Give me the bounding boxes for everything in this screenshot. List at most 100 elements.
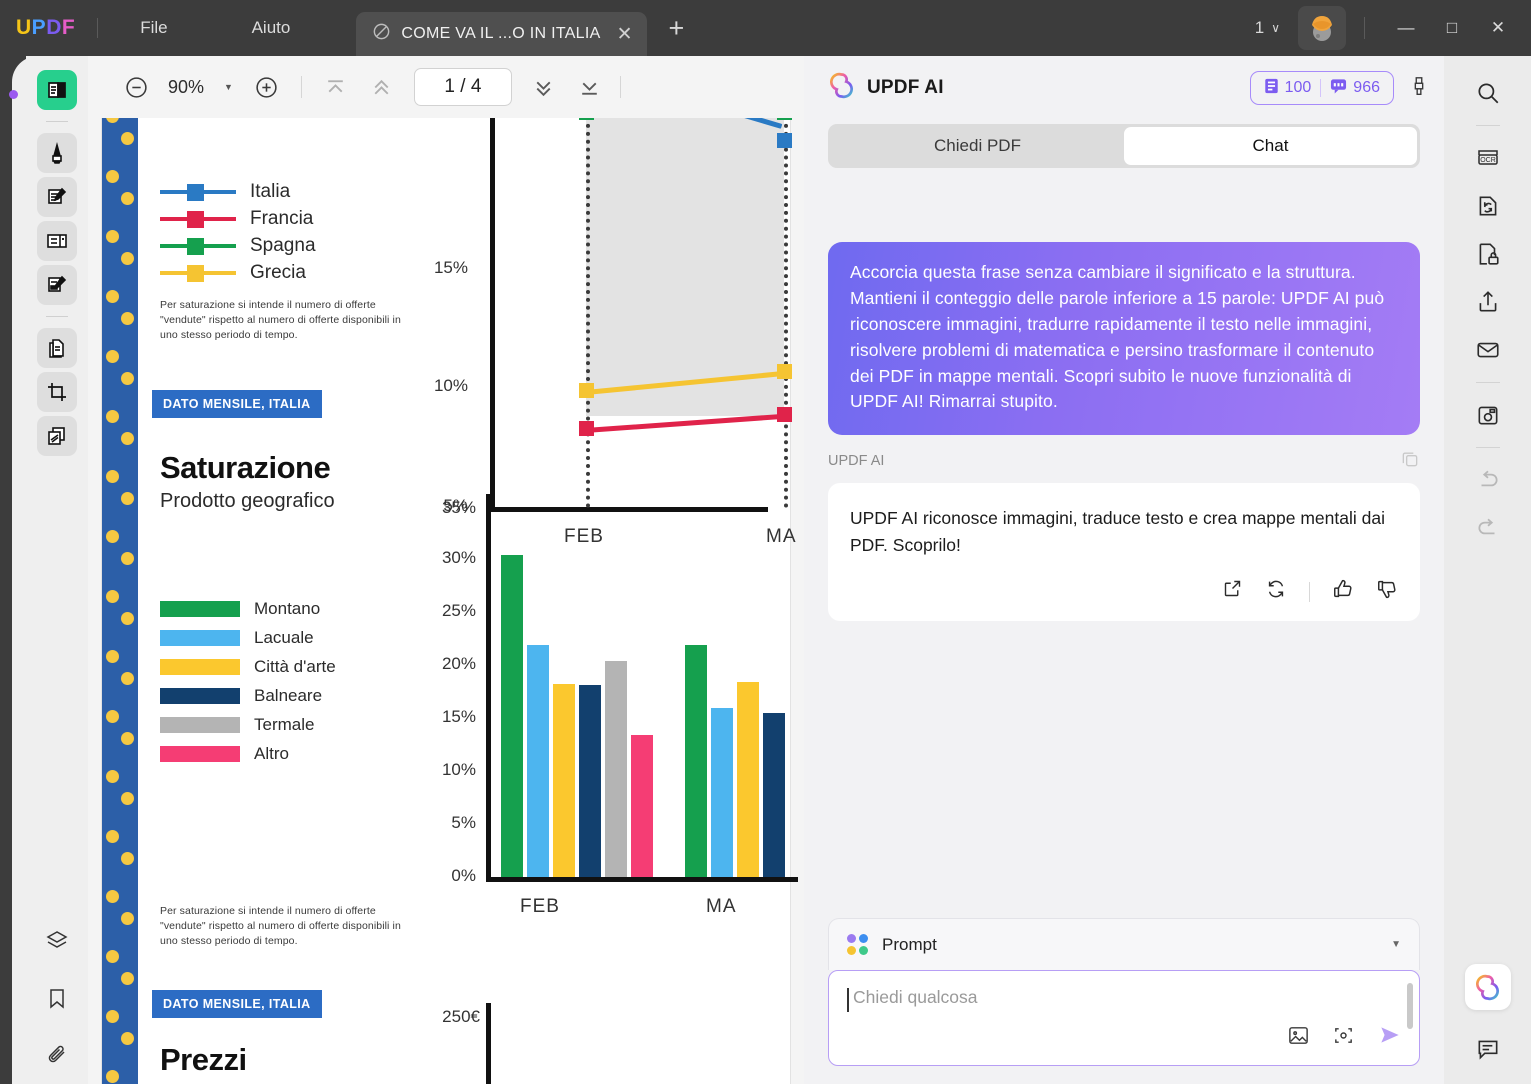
redo-icon[interactable] xyxy=(1465,505,1511,551)
assistant-message-text: UPDF AI riconosce immagini, traduce test… xyxy=(850,508,1385,555)
line-chart-legend: Italia Francia Spagna Grecia xyxy=(160,178,316,286)
titlebar-divider-2 xyxy=(1364,17,1365,39)
chat-message-list[interactable]: Accorcia questa frase senza cambiare il … xyxy=(804,176,1444,946)
thumbs-down-icon[interactable] xyxy=(1376,578,1398,607)
legend-swatch-grecia xyxy=(160,264,236,282)
chat-credit: 966 xyxy=(1321,78,1389,99)
screenshot-icon[interactable] xyxy=(1332,1024,1355,1052)
assistant-author-row: UPDF AI xyxy=(828,449,1420,473)
page-indicator[interactable]: 1 / 4 xyxy=(413,68,512,106)
pdf-viewer: 90% ▼ 1 / 4 15% 10% 5% FEB MA Italia Fra… xyxy=(88,56,804,1084)
prev-page-icon[interactable] xyxy=(360,67,404,107)
minimize-button[interactable]: — xyxy=(1383,8,1429,48)
layers-icon[interactable] xyxy=(37,920,77,960)
highlighter-icon[interactable] xyxy=(37,133,77,173)
send-icon[interactable] xyxy=(1377,1022,1403,1053)
line-marker-spagna-feb xyxy=(579,118,594,120)
ai-credits[interactable]: 100 966 xyxy=(1249,71,1394,105)
ocr-icon[interactable]: OCR xyxy=(1465,135,1511,181)
document-tab-title: COME VA IL ...O IN ITALIA xyxy=(401,25,601,42)
line-marker-francia-feb xyxy=(579,421,594,436)
legend-item-citta-darte: Città d'arte xyxy=(160,652,336,681)
legend-swatch-spagna xyxy=(160,237,236,255)
bar-chart-xtick: MA xyxy=(706,896,737,917)
sign-icon[interactable] xyxy=(37,265,77,305)
legend-swatch-citta-darte xyxy=(160,658,240,675)
bar-chart-ytick: 0% xyxy=(451,866,476,885)
prompt-scrollbar[interactable] xyxy=(1407,983,1413,1029)
bar-chart-prezzi: 250€ 200€ xyxy=(438,995,798,1084)
bar-chart-plot xyxy=(491,490,798,877)
left-toolbar-bottom xyxy=(37,920,77,1084)
window-close-button[interactable]: ✕ xyxy=(1475,8,1521,48)
tab-chat[interactable]: Chat xyxy=(1124,127,1417,165)
prezzi-chart-plot xyxy=(491,995,798,1084)
titlebar-divider xyxy=(97,18,99,38)
insert-image-icon[interactable] xyxy=(1287,1024,1310,1052)
save-icon[interactable] xyxy=(1465,392,1511,438)
legend-label: Italia xyxy=(250,180,291,202)
last-page-icon[interactable] xyxy=(568,67,612,107)
section-title-prezzi: Prezzi xyxy=(160,1042,247,1077)
thumbs-up-icon[interactable] xyxy=(1332,578,1354,607)
document-slash-icon xyxy=(372,22,391,46)
organize-pages-icon[interactable] xyxy=(37,328,77,368)
search-icon[interactable] xyxy=(1465,70,1511,116)
protect-icon[interactable] xyxy=(1465,231,1511,277)
zoom-out-icon[interactable] xyxy=(114,67,158,107)
line-marker-italia-mar xyxy=(777,133,792,148)
updf-ai-flower-icon xyxy=(828,72,855,104)
prompt-input-actions xyxy=(1287,1022,1403,1053)
menu-aiuto[interactable]: Aiuto xyxy=(232,12,311,44)
next-page-icon[interactable] xyxy=(522,67,566,107)
redact-icon[interactable] xyxy=(37,416,77,456)
legend-swatch-montano xyxy=(160,600,240,617)
tab-chiedi-pdf[interactable]: Chiedi PDF xyxy=(831,127,1124,165)
close-icon[interactable]: ✕ xyxy=(617,25,633,44)
open-external-icon[interactable] xyxy=(1222,578,1243,606)
edit-pdf-icon[interactable] xyxy=(37,177,77,217)
cat-avatar-icon xyxy=(1312,16,1332,41)
bar-chart-ytick: 30% xyxy=(441,548,476,567)
legend-swatch-termale xyxy=(160,716,240,733)
avatar[interactable] xyxy=(1298,6,1346,50)
right-rail-divider-2 xyxy=(1475,382,1500,383)
first-page-icon[interactable] xyxy=(314,67,358,107)
regenerate-icon[interactable] xyxy=(1265,578,1287,607)
maximize-button[interactable]: □ xyxy=(1429,8,1475,48)
prompt-mode-selector[interactable]: Prompt ▼ xyxy=(828,918,1420,970)
zoom-in-icon[interactable] xyxy=(245,67,289,107)
copy-icon[interactable] xyxy=(1400,449,1420,473)
undo-icon[interactable] xyxy=(1465,457,1511,503)
document-tab[interactable]: COME VA IL ...O IN ITALIA ✕ xyxy=(356,12,647,56)
main-body: 90% ▼ 1 / 4 15% 10% 5% FEB MA Italia Fra… xyxy=(0,56,1531,1084)
bar-chart-x-axis xyxy=(486,877,798,882)
updf-ai-launch-icon[interactable] xyxy=(1464,964,1511,1010)
legend-item-altro: Altro xyxy=(160,739,336,768)
prompt-input[interactable]: Chiedi qualcosa xyxy=(828,970,1420,1066)
bar-chart-ytick: 5% xyxy=(451,813,476,832)
ai-composer: Prompt ▼ Chiedi qualcosa xyxy=(828,918,1420,1066)
line-chart-gridline xyxy=(784,118,788,508)
form-fields-icon[interactable] xyxy=(37,221,77,261)
page-side-strip xyxy=(102,118,138,1084)
pdf-scroll-region[interactable]: 15% 10% 5% FEB MA Italia Francia Spagna … xyxy=(88,118,804,1084)
new-tab-button[interactable]: + xyxy=(669,13,685,44)
convert-icon[interactable] xyxy=(1465,183,1511,229)
bar-balneare-feb xyxy=(579,685,601,877)
clear-brush-icon[interactable] xyxy=(1408,75,1430,102)
menu-file[interactable]: File xyxy=(120,12,187,44)
bar-chart-ytick: 15% xyxy=(441,707,476,726)
zoom-dropdown-caret[interactable]: ▼ xyxy=(214,82,243,92)
legend-label: Francia xyxy=(250,207,314,229)
left-toolbar xyxy=(26,56,88,1084)
share-icon[interactable] xyxy=(1465,279,1511,325)
comment-icon[interactable] xyxy=(1465,1026,1511,1072)
line-marker-grecia-mar xyxy=(777,364,792,379)
crop-icon[interactable] xyxy=(37,372,77,412)
email-icon[interactable] xyxy=(1465,327,1511,373)
window-count[interactable]: 1 ∨ xyxy=(1255,18,1280,38)
attachment-icon[interactable] xyxy=(37,1036,77,1076)
bookmark-icon[interactable] xyxy=(37,978,77,1018)
reader-mode-icon[interactable] xyxy=(37,70,77,110)
